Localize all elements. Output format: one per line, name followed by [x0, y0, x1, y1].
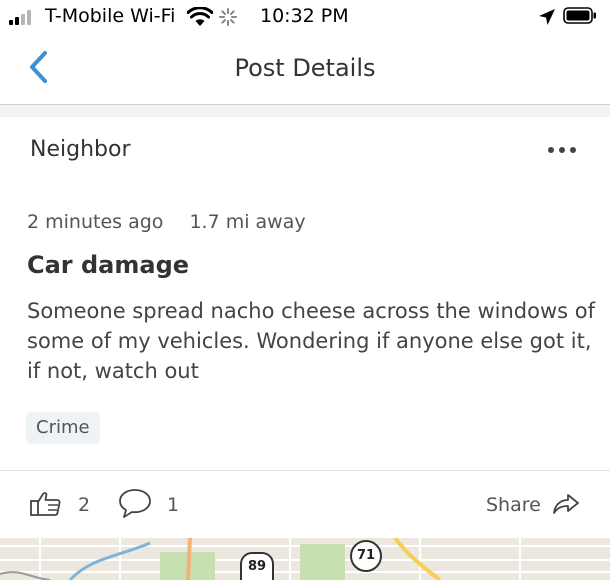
more-options-icon[interactable] — [546, 140, 578, 160]
post-body: Someone spread nacho cheese across the w… — [27, 299, 595, 383]
like-count: 2 — [78, 494, 91, 516]
wifi-icon — [187, 7, 213, 26]
post-title: Car damage — [27, 251, 190, 279]
activity-spinner-icon — [219, 8, 237, 26]
share-arrow-icon[interactable] — [552, 492, 580, 516]
carrier-label: T-Mobile Wi-Fi — [45, 5, 176, 27]
share-button[interactable]: Share — [486, 494, 541, 516]
post-meta: 2 minutes ago 1.7 mi away — [27, 211, 306, 233]
post-distance: 1.7 mi away — [189, 211, 306, 233]
category-tag[interactable]: Crime — [26, 412, 100, 444]
highway-shield-71: 71 — [350, 540, 382, 572]
map-preview[interactable]: 89 71 — [0, 538, 610, 580]
comment-icon[interactable] — [117, 487, 153, 519]
post-actions: 2 1 Share — [0, 471, 610, 538]
map-graphic — [0, 538, 610, 580]
location-arrow-icon — [539, 9, 555, 25]
battery-icon — [563, 7, 596, 24]
navigation-bar: Post Details — [0, 34, 610, 105]
thumbs-up-icon[interactable] — [30, 491, 62, 517]
status-bar: T-Mobile Wi-Fi 10:32 PM — [0, 0, 610, 34]
section-gap — [0, 105, 610, 117]
signal-strength-icon — [9, 9, 37, 25]
page-title: Post Details — [234, 54, 376, 82]
highway-shield-89: 89 — [240, 552, 274, 580]
comment-count: 1 — [167, 494, 180, 516]
post-author[interactable]: Neighbor — [30, 137, 130, 162]
status-time: 10:32 PM — [260, 5, 349, 27]
post-time: 2 minutes ago — [27, 211, 164, 233]
